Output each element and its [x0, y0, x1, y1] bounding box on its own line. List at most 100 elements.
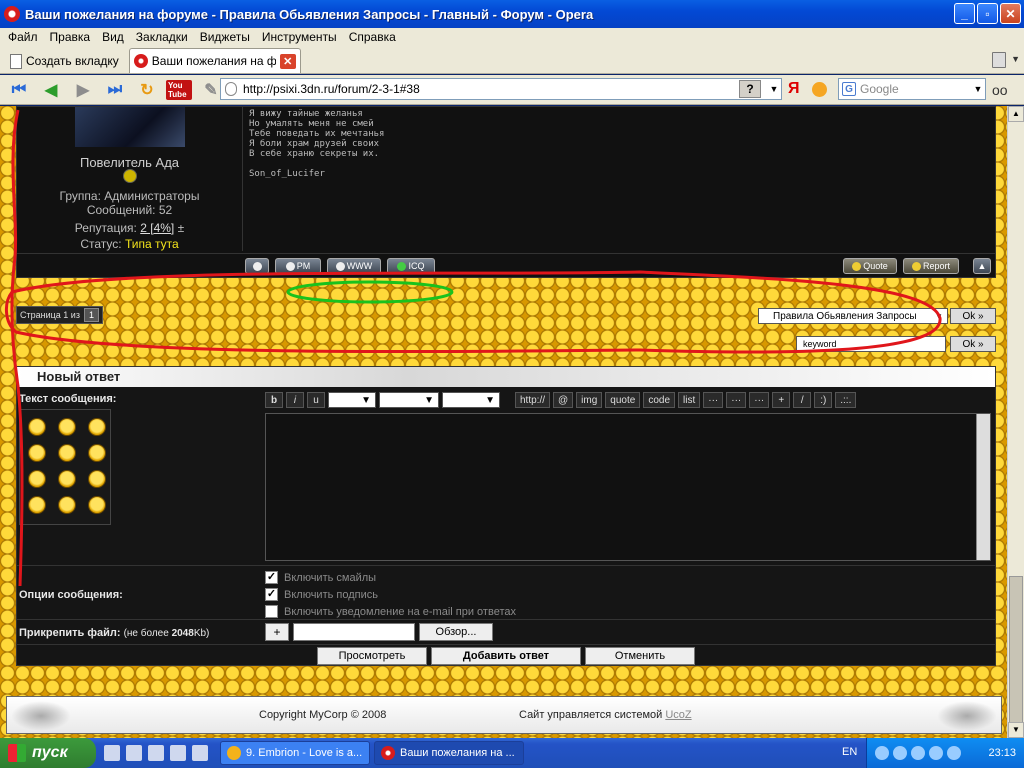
option-notify-checkbox[interactable]	[265, 605, 278, 618]
start-button[interactable]: пуск	[0, 738, 96, 768]
close-window-button[interactable]: ✕	[1000, 3, 1021, 24]
search-input[interactable]: G Google ▼	[838, 78, 986, 100]
smiley-grin-icon[interactable]	[58, 418, 76, 436]
menu-widgets[interactable]: Виджеты	[194, 30, 256, 44]
smiley-wink-icon[interactable]	[88, 496, 106, 514]
scroll-down-icon[interactable]: ▼	[1008, 722, 1024, 738]
menu-bookmarks[interactable]: Закладки	[130, 30, 194, 44]
close-tab-icon[interactable]: ✕	[279, 53, 296, 69]
menu-help[interactable]: Справка	[343, 30, 402, 44]
address-dropdown-icon[interactable]: ▼	[767, 84, 781, 94]
smiley-smile-icon[interactable]	[58, 470, 76, 488]
scroll-up-icon[interactable]: ▲	[1008, 106, 1024, 122]
forward-arrow-icon[interactable]: ▶	[70, 79, 96, 101]
back-arrow-icon[interactable]: ◀	[38, 79, 64, 101]
list-button[interactable]: list	[678, 392, 701, 408]
quick-launch-icon[interactable]	[126, 745, 142, 761]
option-signature[interactable]: ✓ Включить подпись	[265, 588, 378, 601]
pm-button[interactable]: PM	[275, 258, 321, 274]
bold-button[interactable]: b	[265, 392, 283, 408]
address-bar[interactable]: http://psixi.3dn.ru/forum/2-3-1#38 ? ▼	[220, 78, 782, 100]
option-smiles-checkbox[interactable]: ✓	[265, 571, 278, 584]
option-smiles[interactable]: ✓ Включить смайлы	[265, 571, 376, 584]
glasses-icon[interactable]: oo	[992, 82, 1008, 98]
ucoz-link[interactable]: UcoZ	[665, 709, 691, 721]
forum-search-input[interactable]: keyword	[796, 336, 946, 352]
smiley-glasses-icon[interactable]	[58, 496, 76, 514]
tray-icon[interactable]	[875, 746, 889, 760]
smiley-angry-icon[interactable]	[28, 418, 46, 436]
youtube-icon[interactable]: You Tube	[166, 79, 192, 101]
fast-forward-icon[interactable]: ⏭	[102, 79, 128, 101]
quote-button[interactable]: Quote	[843, 258, 897, 274]
www-button[interactable]: WWW	[327, 258, 381, 274]
trash-icon[interactable]	[992, 52, 1006, 68]
yandex-icon[interactable]: Я	[788, 80, 800, 98]
align-center-button[interactable]: ···	[726, 392, 747, 408]
close-tags-button[interactable]: /	[793, 392, 812, 408]
font-face-select[interactable]: ▼	[379, 392, 439, 408]
option-signature-checkbox[interactable]: ✓	[265, 588, 278, 601]
site-info-icon[interactable]	[225, 82, 237, 96]
page-scrollbar[interactable]: ▲ ▼	[1007, 106, 1024, 738]
italic-button[interactable]: i	[286, 392, 304, 408]
feed-icon[interactable]	[812, 82, 827, 97]
help-icon[interactable]: ?	[739, 80, 761, 98]
search-ok-button[interactable]: Ok »	[950, 336, 996, 352]
reputation-link[interactable]: 2 [4%]	[140, 221, 174, 235]
textarea-scrollbar[interactable]	[976, 414, 990, 560]
underline-button[interactable]: u	[307, 392, 325, 408]
chevron-down-icon[interactable]: ▼	[935, 312, 947, 321]
smiley-shock-icon[interactable]	[28, 444, 46, 462]
language-indicator[interactable]: EN	[842, 746, 857, 758]
tray-icon[interactable]	[929, 746, 943, 760]
quote-tag-button[interactable]: quote	[605, 392, 641, 408]
align-right-button[interactable]: ···	[749, 392, 770, 408]
img-button[interactable]: img	[576, 392, 603, 408]
maximize-button[interactable]: ▫	[977, 3, 998, 24]
chevron-down-icon[interactable]: ▼	[1011, 54, 1020, 64]
smiley-tongue-icon[interactable]	[28, 496, 46, 514]
jump-ok-button[interactable]: Ok »	[950, 308, 996, 324]
search-dropdown-icon[interactable]: ▼	[971, 84, 985, 94]
font-color-select[interactable]: ▼	[442, 392, 500, 408]
add-file-button[interactable]: +	[265, 623, 289, 641]
smiley-cool-icon[interactable]	[88, 418, 106, 436]
cancel-button[interactable]: Отменить	[585, 647, 695, 665]
quick-launch-icon[interactable]	[104, 745, 120, 761]
new-tab-button[interactable]: Создать вкладку	[4, 49, 125, 73]
report-button[interactable]: Report	[903, 258, 959, 274]
code-button[interactable]: code	[643, 392, 676, 408]
reputation-change[interactable]: ±	[178, 221, 185, 235]
message-textarea[interactable]	[265, 413, 991, 561]
menu-edit[interactable]: Правка	[44, 30, 97, 44]
preview-button[interactable]: Просмотреть	[317, 647, 427, 665]
google-icon[interactable]: G	[842, 82, 856, 96]
scroll-thumb[interactable]	[1009, 576, 1023, 726]
taskbar-item-opera[interactable]: Ваши пожелания на ...	[374, 741, 524, 765]
file-path-input[interactable]	[293, 623, 415, 641]
translit-button[interactable]: .::.	[835, 392, 857, 408]
menu-tools[interactable]: Инструменты	[256, 30, 343, 44]
font-size-select[interactable]: ▼	[328, 392, 376, 408]
smiley-happy-icon[interactable]	[88, 444, 106, 462]
page-number-1[interactable]: 1	[83, 308, 99, 322]
scroll-top-icon[interactable]: ▲	[973, 258, 991, 274]
align-left-button[interactable]: ···	[703, 392, 724, 408]
smiley-cry-icon[interactable]	[58, 444, 76, 462]
quick-launch-icon[interactable]	[192, 745, 208, 761]
quick-launch-icon[interactable]	[148, 745, 164, 761]
menu-view[interactable]: Вид	[96, 30, 130, 44]
taskbar-item-winamp[interactable]: 9. Embrion - Love is a...	[220, 741, 370, 765]
quick-launch-icon[interactable]	[170, 745, 186, 761]
smiley-sad-icon[interactable]	[28, 470, 46, 488]
menu-file[interactable]: Файл	[2, 30, 44, 44]
reload-icon[interactable]: ↻	[134, 79, 160, 101]
icq-button[interactable]: ICQ	[387, 258, 435, 274]
profile-button[interactable]	[245, 258, 269, 274]
browse-button[interactable]: Обзор...	[419, 623, 493, 641]
url-button[interactable]: http://	[515, 392, 551, 408]
tray-icon[interactable]	[893, 746, 907, 760]
more-smiles-button[interactable]: +	[772, 392, 791, 408]
tray-icon[interactable]	[947, 746, 961, 760]
